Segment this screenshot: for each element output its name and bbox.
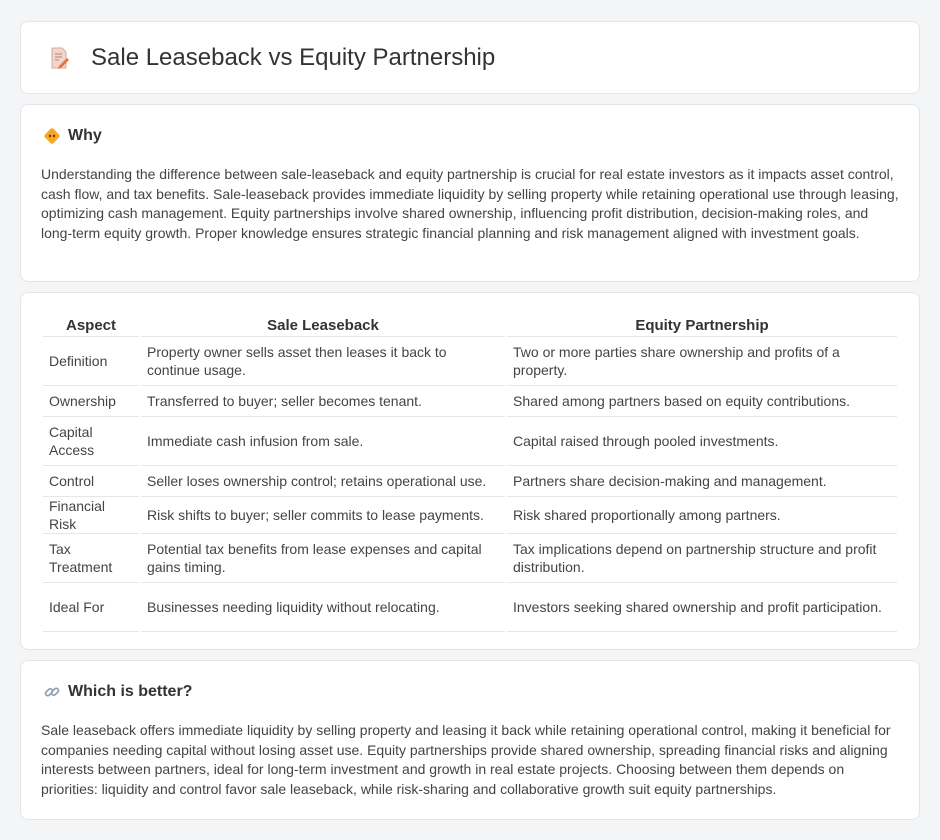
table-row: Definition Property owner sells asset th… (43, 337, 897, 386)
table-row: Ownership Transferred to buyer; seller b… (43, 386, 897, 417)
equity-partnership-cell: Risk shared proportionally among partner… (507, 497, 897, 534)
which-is-better-text: Sale leaseback offers immediate liquidit… (41, 722, 891, 797)
sale-leaseback-cell: Immediate cash infusion from sale. (141, 417, 505, 466)
table-row: Financial Risk Risk shifts to buyer; sel… (43, 497, 897, 534)
table-row: Capital Access Immediate cash infusion f… (43, 417, 897, 466)
table-header-row: Aspect Sale Leaseback Equity Partnership (43, 315, 897, 337)
aspect-cell: Control (43, 466, 139, 497)
table-row: Control Seller loses ownership control; … (43, 466, 897, 497)
equity-partnership-cell: Investors seeking shared ownership and p… (507, 583, 897, 632)
sale-leaseback-cell: Risk shifts to buyer; seller commits to … (141, 497, 505, 534)
document-edit-icon (51, 47, 69, 69)
aspect-cell: Tax Treatment (43, 534, 139, 583)
table-row: Ideal For Businesses needing liquidity w… (43, 583, 897, 632)
aspect-cell: Financial Risk (43, 497, 139, 534)
equity-partnership-cell: Two or more parties share ownership and … (507, 337, 897, 386)
equity-partnership-cell: Partners share decision-making and manag… (507, 466, 897, 497)
header-card: Sale Leaseback vs Equity Partnership (20, 21, 920, 94)
sale-leaseback-cell: Property owner sells asset then leases i… (141, 337, 505, 386)
aspect-cell: Capital Access (43, 417, 139, 466)
why-section: Why Understanding the difference between… (20, 104, 920, 282)
link-icon (44, 687, 60, 697)
sale-leaseback-cell: Transferred to buyer; seller becomes ten… (141, 386, 505, 417)
aspect-cell: Definition (43, 337, 139, 386)
which-is-better-section: Which is better? Sale leaseback offers i… (20, 660, 920, 820)
sale-leaseback-cell: Businesses needing liquidity without rel… (141, 583, 505, 632)
why-text: Understanding the difference between sal… (41, 166, 899, 241)
page-title: Sale Leaseback vs Equity Partnership (91, 43, 496, 71)
equity-partnership-cell: Tax implications depend on partnership s… (507, 534, 897, 583)
column-header: Aspect (43, 315, 139, 337)
aspect-cell: Ownership (43, 386, 139, 417)
why-heading: Why (68, 127, 102, 144)
comparison-section: Aspect Sale Leaseback Equity Partnership… (20, 292, 920, 650)
column-header: Sale Leaseback (141, 315, 505, 337)
equity-partnership-cell: Capital raised through pooled investment… (507, 417, 897, 466)
comparison-table: Aspect Sale Leaseback Equity Partnership… (41, 315, 899, 632)
sale-leaseback-cell: Potential tax benefits from lease expens… (141, 534, 505, 583)
aspect-cell: Ideal For (43, 583, 139, 632)
which-is-better-heading: Which is better? (68, 683, 193, 700)
sale-leaseback-cell: Seller loses ownership control; retains … (141, 466, 505, 497)
diamond-sign-icon (44, 128, 60, 144)
equity-partnership-cell: Shared among partners based on equity co… (507, 386, 897, 417)
column-header: Equity Partnership (507, 315, 897, 337)
table-row: Tax Treatment Potential tax benefits fro… (43, 534, 897, 583)
